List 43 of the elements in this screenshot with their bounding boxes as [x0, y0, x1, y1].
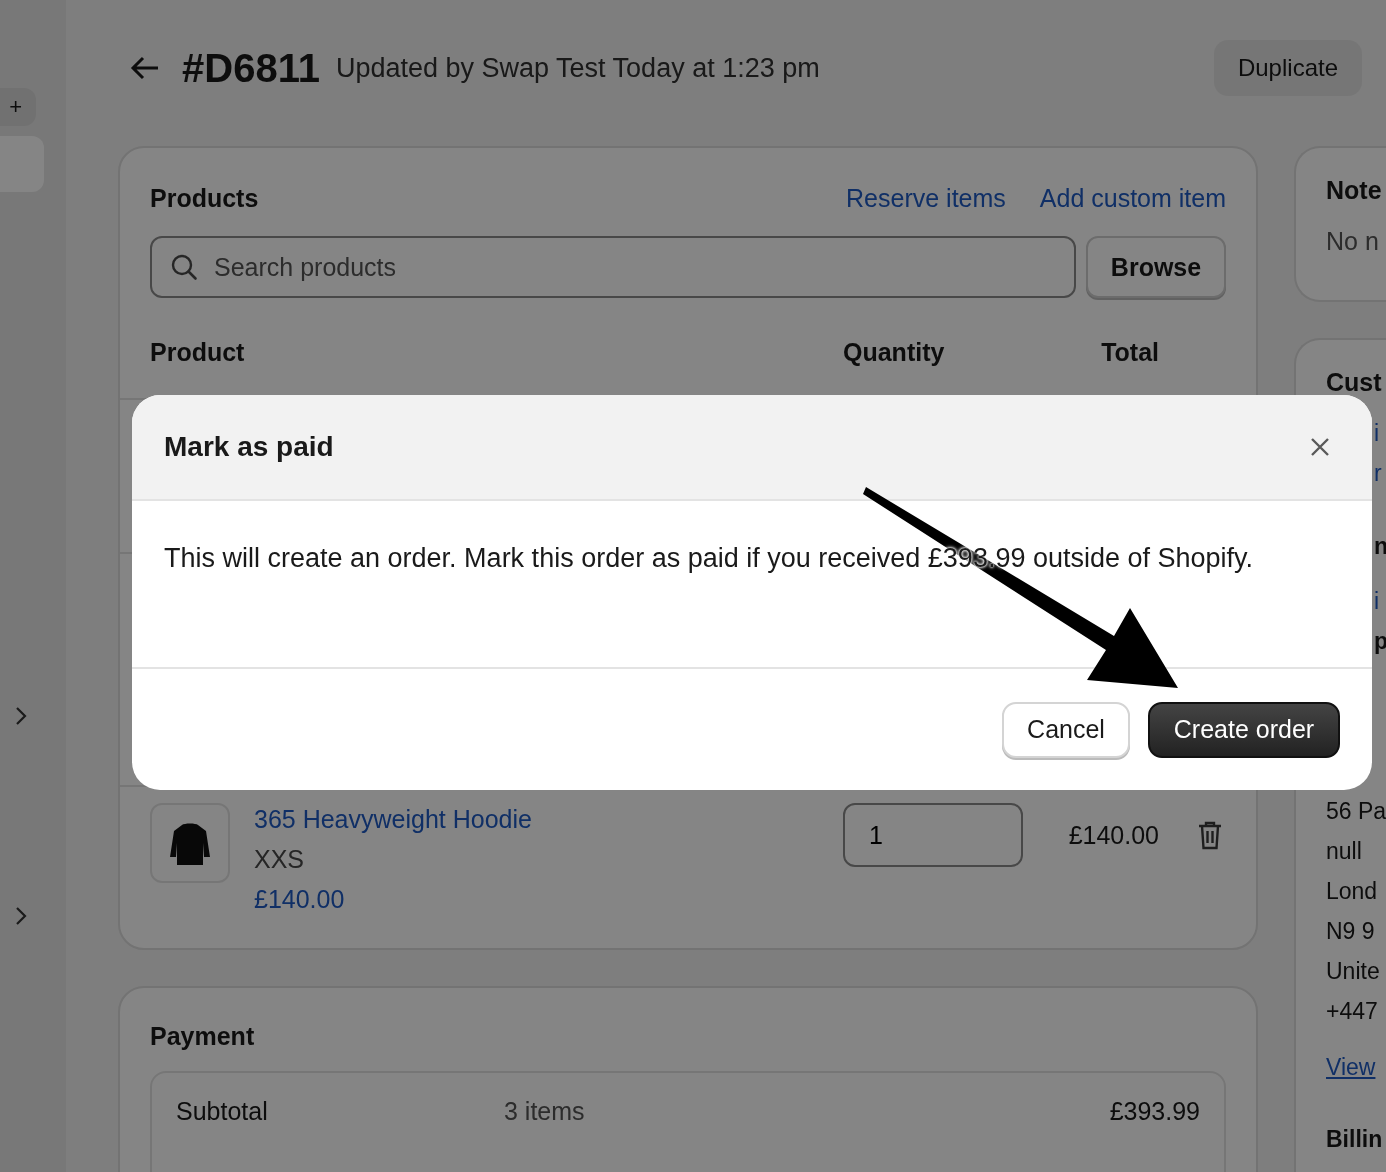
summary-detail: 3 items [504, 1097, 586, 1126]
cancel-button[interactable]: Cancel [1002, 701, 1130, 758]
address-line: +447 [1326, 997, 1379, 1026]
search-field[interactable]: Search products [150, 236, 1076, 298]
browse-button[interactable]: Browse [1086, 236, 1226, 298]
line-total: £140.00 [1067, 820, 1159, 851]
count-badge: + [0, 88, 36, 126]
summary-label: Subtotal [176, 1097, 269, 1126]
create-order-button[interactable]: Create order [1148, 701, 1340, 758]
column-header: Quantity [843, 338, 946, 368]
column-header: Product [150, 338, 246, 368]
section-heading: n [1373, 532, 1386, 561]
card-title: Cust [1326, 368, 1383, 397]
product-price: £140.00 [254, 884, 346, 915]
search-icon [170, 253, 198, 281]
quantity-field[interactable]: 1 [843, 803, 1023, 867]
card-title: Note [1326, 176, 1383, 205]
product-variant: XXS [254, 844, 306, 875]
product-link[interactable]: 365 Heavyweight Hoodie [254, 803, 532, 835]
address-line: 56 Pa [1326, 797, 1386, 826]
order-subtitle: Updated by Swap Test Today at 1:23 pm [335, 52, 820, 84]
section-heading: Billin [1326, 1125, 1384, 1154]
address-line: Unite [1326, 957, 1381, 986]
chevron-right-icon[interactable] [14, 706, 28, 726]
dialog-title: Mark as paid [164, 431, 334, 463]
back-arrow-icon[interactable] [130, 55, 160, 81]
view-link[interactable]: View [1326, 1047, 1386, 1087]
order-number: #D6811 [182, 45, 320, 91]
address-line: Lond [1326, 877, 1379, 906]
chevron-right-icon[interactable] [14, 906, 28, 926]
summary-amount: £393.99 [1109, 1097, 1200, 1126]
link[interactable]: Add custom item [1039, 183, 1226, 213]
trash-icon[interactable] [1197, 820, 1223, 850]
address-line: null [1326, 837, 1363, 866]
card-title: Payment [150, 1022, 256, 1051]
notes-text: No n [1326, 227, 1380, 256]
close-icon[interactable] [1310, 437, 1330, 457]
card-title: Products [150, 183, 259, 213]
link[interactable]: Reserve items [846, 183, 1006, 213]
duplicate-button[interactable]: Duplicate [1213, 40, 1362, 96]
column-header: Total [1100, 338, 1159, 368]
hoodie-icon [168, 821, 212, 865]
address-line: N9 9 [1326, 917, 1376, 946]
